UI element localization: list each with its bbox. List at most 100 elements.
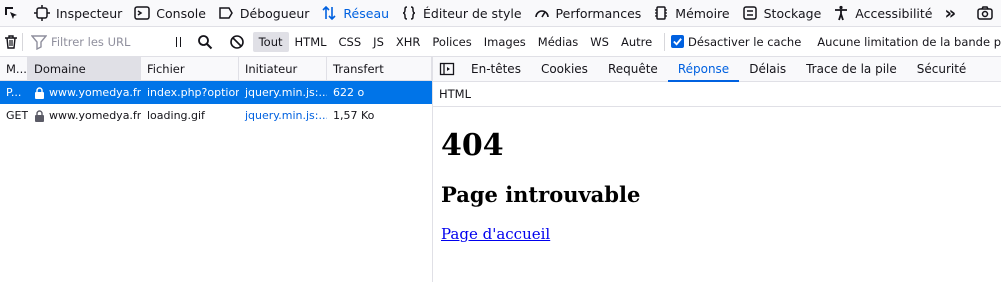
column-initiator[interactable]: Initiateur [239, 57, 327, 80]
tab-inspector[interactable]: Inspecteur [28, 0, 128, 26]
pause-icon [175, 36, 181, 47]
domain-text: www.yomedya.fr [49, 109, 141, 122]
tab-memory[interactable]: Mémoire [647, 0, 735, 26]
lock-icon [34, 109, 45, 122]
tab-network[interactable]: Réseau [315, 0, 395, 26]
cell-transfer: 1,57 Ko [333, 109, 375, 122]
cell-transfer: 622 o [333, 86, 365, 99]
style-editor-icon [401, 5, 417, 21]
details-tabs: En-têtes Cookies Requête Réponse Délais … [433, 57, 1001, 82]
tab-cookies[interactable]: Cookies [531, 57, 598, 81]
tab-headers[interactable]: En-têtes [461, 57, 531, 81]
cell-domain: www.yomedya.fr [28, 81, 141, 104]
sidebar-toggle-icon [439, 61, 455, 77]
block-button[interactable] [221, 31, 253, 53]
html-preview: 404 Page introuvable Page d'accueil [433, 128, 1001, 243]
network-filter-bar: Filtrer les URL Tout HTML CSS JS XHR Pol… [0, 27, 1001, 57]
block-icon [229, 34, 245, 50]
element-picker-button[interactable] [0, 0, 28, 26]
preview-heading: 404 [441, 128, 504, 163]
tab-memory-label: Mémoire [675, 5, 730, 21]
chevrons-right-icon: » [944, 2, 957, 24]
table-row[interactable]: GET www.yomedya.fr loading.gif jquery.mi… [0, 104, 432, 127]
tab-request[interactable]: Requête [598, 57, 668, 81]
url-filter-placeholder: Filtrer les URL [51, 34, 131, 49]
network-icon [321, 5, 337, 21]
tab-debugger[interactable]: Débogueur [212, 0, 316, 26]
separator [664, 32, 666, 51]
trash-icon [3, 34, 19, 50]
tab-style-editor[interactable]: Éditeur de style [395, 0, 528, 26]
toggle-sidebar-button[interactable] [433, 57, 461, 81]
screenshot-button[interactable] [977, 5, 993, 21]
filter-other[interactable]: Autre [615, 32, 658, 52]
disable-cache-label: Désactiver le cache [688, 34, 802, 49]
tab-timings[interactable]: Délais [739, 57, 796, 81]
devtools-toolbar: Inspecteur Console Débogueur Réseau Édit… [0, 0, 1001, 27]
column-domain[interactable]: Domaine [28, 57, 141, 80]
tab-debugger-label: Débogueur [239, 5, 310, 21]
filter-js[interactable]: JS [367, 32, 390, 52]
cell-file: loading.gif [147, 109, 205, 122]
throttling-select[interactable]: Aucune limitation de la bande p [817, 35, 1001, 49]
filter-media[interactable]: Médias [532, 32, 585, 52]
domain-text: www.yomedya.fr [49, 86, 141, 99]
search-button[interactable] [189, 31, 221, 53]
preview-subheading: Page introuvable [441, 182, 641, 207]
filter-ws[interactable]: WS [584, 32, 615, 52]
tab-security[interactable]: Sécurité [907, 57, 977, 81]
home-link[interactable]: Page d'accueil [441, 225, 993, 243]
column-method[interactable]: M... [0, 57, 28, 80]
filter-css[interactable]: CSS [333, 32, 368, 52]
inspector-icon [34, 5, 50, 21]
performance-icon [534, 5, 550, 21]
filter-icon [31, 34, 48, 50]
url-filter-input[interactable]: Filtrer les URL [23, 34, 168, 50]
cell-file: index.php?option [147, 86, 239, 99]
column-transfer[interactable]: Transfert [327, 57, 432, 80]
tab-accessibility[interactable]: Accessibilité [827, 0, 938, 26]
filter-all[interactable]: Tout [252, 31, 289, 52]
memory-icon [653, 5, 669, 21]
disable-cache-checkbox[interactable]: Désactiver le cache [671, 35, 801, 49]
clear-requests-button[interactable] [0, 34, 22, 50]
tab-storage[interactable]: Stockage [736, 0, 828, 26]
tab-style-editor-label: Éditeur de style [423, 5, 522, 21]
tab-performance-label: Performances [555, 5, 642, 21]
cell-initiator[interactable]: jquery.min.js:... [239, 104, 327, 127]
pause-button[interactable] [168, 31, 189, 53]
search-icon [197, 34, 213, 50]
filter-fonts[interactable]: Polices [426, 32, 477, 52]
tab-inspector-label: Inspecteur [56, 5, 123, 21]
accessibility-icon [833, 5, 849, 21]
tab-console[interactable]: Console [128, 0, 212, 26]
cell-domain: www.yomedya.fr [28, 104, 141, 127]
console-icon [134, 5, 151, 21]
debugger-icon [218, 5, 234, 21]
more-tools-button[interactable]: » [939, 0, 963, 26]
checkmark-icon [671, 35, 685, 48]
tab-console-label: Console [156, 5, 206, 21]
camera-icon [977, 5, 993, 21]
filter-images[interactable]: Images [478, 32, 532, 52]
response-type-header[interactable]: HTML [433, 82, 1001, 107]
table-row[interactable]: P... www.yomedya.fr index.php?option jqu… [0, 81, 432, 104]
requests-header: M... Domaine Fichier Initiateur Transfer… [0, 57, 432, 81]
cell-method: P... [6, 86, 22, 99]
tab-response[interactable]: Réponse [667, 57, 740, 82]
filter-html[interactable]: HTML [289, 32, 333, 52]
tab-performance[interactable]: Performances [528, 0, 648, 26]
tab-accessibility-label: Accessibilité [855, 5, 933, 21]
tab-storage-label: Stockage [763, 5, 822, 21]
filter-xhr[interactable]: XHR [390, 32, 427, 52]
picker-icon [3, 5, 19, 21]
column-file[interactable]: Fichier [141, 57, 239, 80]
cell-initiator[interactable]: jquery.min.js:... [239, 81, 327, 104]
requests-panel: M... Domaine Fichier Initiateur Transfer… [0, 57, 433, 282]
tab-network-label: Réseau [343, 5, 390, 21]
request-details-panel: En-têtes Cookies Requête Réponse Délais … [433, 57, 1001, 282]
tab-stack-trace[interactable]: Trace de la pile [796, 57, 907, 81]
cell-method: GET [6, 109, 28, 122]
lock-icon [34, 86, 45, 99]
storage-icon [742, 5, 758, 21]
